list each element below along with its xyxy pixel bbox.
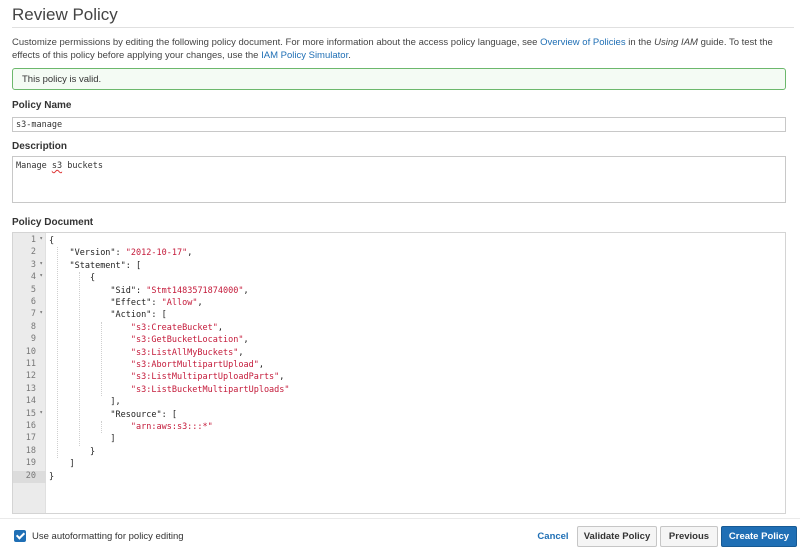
line-number-gutter: 1 ▾ 2 3 ▾ 4 ▾ 5 6 7 ▾ 8 9 10 11 12 13 14 15 ▾ 16 17 18 19 20 [13,233,46,513]
line-number: 7 ▾ [30,309,43,320]
code-line: "Effect": "Allow", [110,298,203,308]
validation-banner: This policy is valid. [12,68,786,90]
intro-text-2: in the [625,37,655,48]
line-number: 8 [30,321,36,332]
line-number: 5 [30,284,36,295]
line-number: 1 ▾ [30,235,43,245]
policy-name-label: Policy Name [12,100,72,111]
code-line: } [49,446,96,457]
code-line: "s3:ListMultipartUploadParts", [130,372,285,383]
policy-name-input[interactable]: s3-manage [12,117,786,132]
code-line: "s3:ListBucketMultipartUploads" [130,384,290,395]
title-divider [12,27,794,28]
code-line: ], [49,397,121,408]
overview-of-policies-link[interactable]: Overview of Policies [540,37,626,48]
line-number: 3 ▾ [30,259,43,270]
code-line: } [49,471,55,482]
indent-guide [79,272,80,446]
policy-document-label: Policy Document [12,217,94,228]
line-number: 14 [25,396,36,407]
intro-text-1: Customize permissions by editing the fol… [12,37,541,48]
line-number: 17 [25,433,36,444]
description-textarea[interactable]: Manage s3 buckets [12,156,786,203]
code-line: "Version": "2012-10-17", [69,248,193,259]
line-number: 16 [25,421,36,431]
indent-guide [57,247,58,459]
fold-toggle-icon[interactable]: ▾ [39,235,43,242]
code-line: "Statement": [ [69,260,142,271]
line-number: 13 [25,383,36,394]
page-title: Review Policy [12,5,118,24]
cancel-button[interactable]: Cancel [531,526,575,547]
intro-text: Customize permissions by editing the fol… [12,36,792,62]
line-number: 20 [13,470,46,483]
code-line: "s3:AbortMultipartUpload", [130,360,264,370]
line-number: 9 [30,334,36,345]
using-iam-text: Using IAM [654,37,698,48]
code-line: "Resource": [ [110,409,177,420]
line-number: 6 [30,297,36,307]
intro-text-4: . [348,50,351,61]
code-line: ] [49,434,116,445]
fold-toggle-icon[interactable]: ▾ [39,409,43,416]
line-number: 18 [25,445,36,456]
description-label: Description [12,141,68,152]
line-number: 12 [25,371,36,382]
footer-divider [0,518,800,519]
code-line: "arn:aws:s3:::*" [130,422,213,432]
autoformat-checkbox[interactable] [14,530,26,542]
indent-guide [101,321,102,397]
code-area[interactable]: { "Version": "2012-10-17", "Statement": … [46,233,785,513]
create-policy-button[interactable]: Create Policy [721,526,797,547]
code-line: { [49,273,96,284]
code-line: "Action": [ [110,310,167,321]
validation-message: This policy is valid. [22,74,102,85]
description-text-1: Manage [16,161,52,171]
iam-policy-simulator-link[interactable]: IAM Policy Simulator [261,50,348,61]
line-number: 19 [25,458,36,469]
line-number: 11 [25,359,36,369]
line-number: 4 ▾ [30,272,43,283]
fold-toggle-icon[interactable]: ▾ [39,309,43,316]
description-misspelled-word: s3 [51,161,63,171]
fold-toggle-icon[interactable]: ▾ [39,272,43,279]
line-number: 15 ▾ [25,408,43,419]
previous-button[interactable]: Previous [660,526,718,547]
description-text-2: buckets [62,161,104,171]
indent-guide [101,421,102,434]
validate-policy-button[interactable]: Validate Policy [577,526,657,547]
line-number: 10 [25,346,36,357]
policy-document-editor[interactable]: 1 ▾ 2 3 ▾ 4 ▾ 5 6 7 ▾ 8 9 10 11 12 13 14 15 ▾ 16 17 18 19 20 { "… [12,232,786,514]
code-line: { [49,236,55,246]
line-number: 2 [30,247,36,258]
fold-toggle-icon[interactable]: ▾ [39,260,43,267]
code-line: "s3:CreateBucket", [130,322,224,333]
code-line: ] [49,459,75,470]
autoformat-label: Use autoformatting for policy editing [32,531,184,542]
